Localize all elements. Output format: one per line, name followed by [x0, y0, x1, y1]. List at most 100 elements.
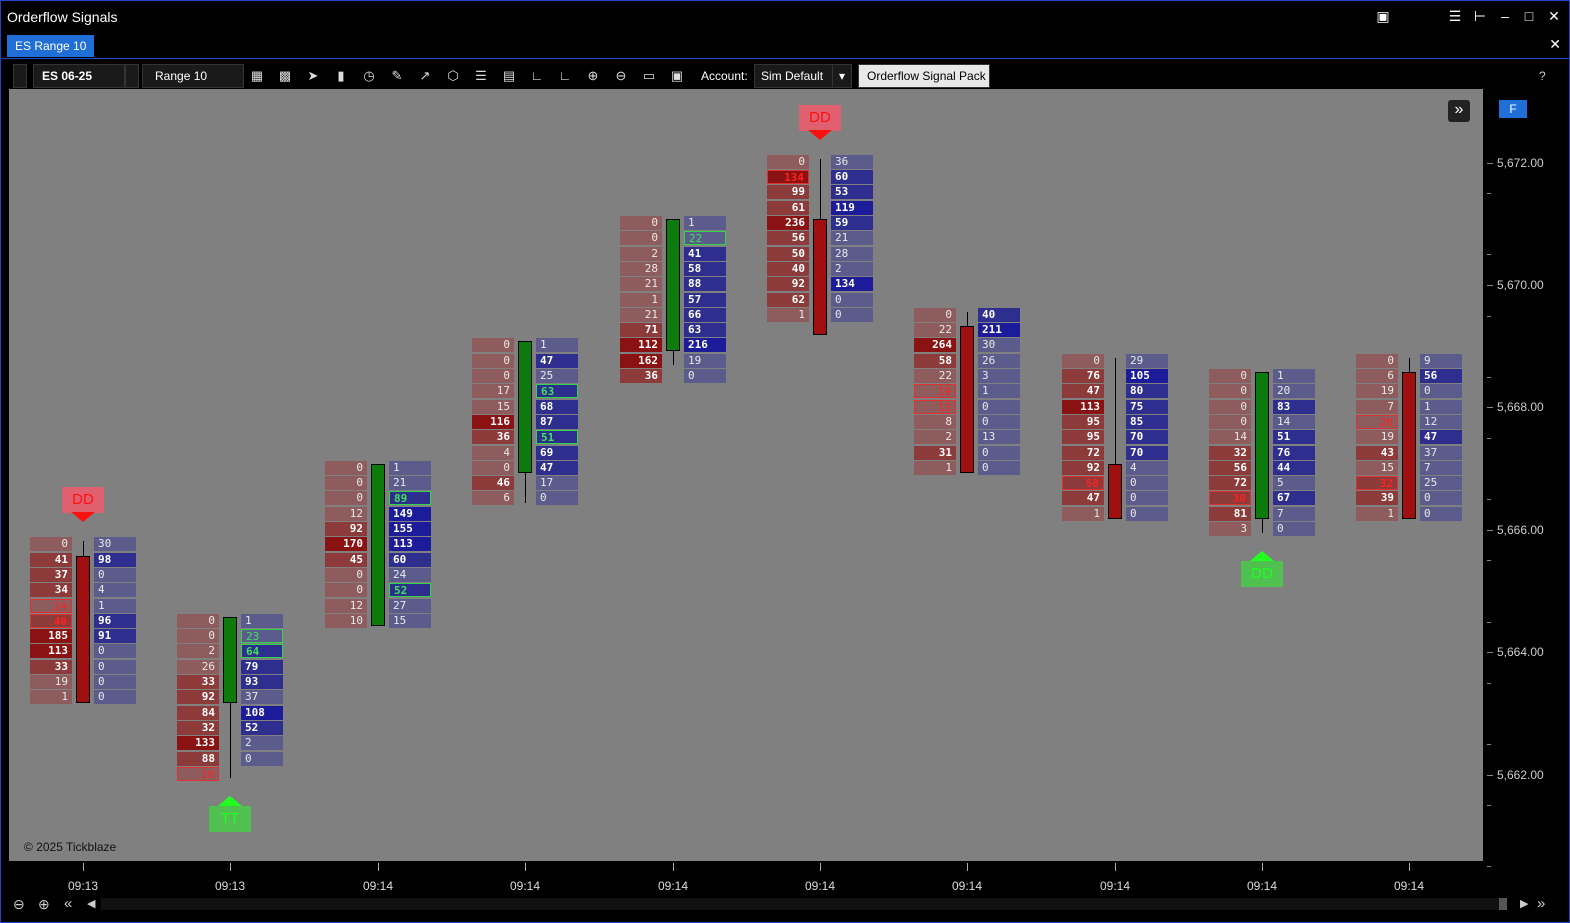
- bearish-candle: [1108, 463, 1122, 520]
- ask-volume-cell: 0: [1273, 522, 1315, 537]
- save-icon[interactable]: ▣: [666, 65, 688, 87]
- bid-volume-cell: 264: [914, 338, 956, 353]
- bid-volume-cell: 2: [177, 644, 219, 659]
- expand-panel-icon[interactable]: »: [1448, 100, 1470, 122]
- bid-volume-cell: 15: [472, 399, 514, 414]
- ask-volume-cell: 64: [241, 644, 283, 659]
- bid-volume-cell: 95: [1062, 414, 1104, 429]
- strategies-icon[interactable]: ▩: [274, 65, 296, 87]
- zoom-out-axis-icon[interactable]: ⊖: [13, 896, 25, 913]
- close-tab-icon[interactable]: ✕: [1549, 36, 1561, 53]
- bid-volume-cell: 36: [472, 430, 514, 445]
- ask-volume-cell: 70: [1126, 430, 1168, 445]
- bar-style-icon[interactable]: ▮: [330, 65, 352, 87]
- bid-volume-cell: 0: [472, 369, 514, 384]
- bid-volume-cell: 0: [472, 353, 514, 368]
- document-icon[interactable]: ▤: [498, 65, 520, 87]
- ask-volume-cell: 63: [536, 384, 578, 399]
- bullish-candle: [666, 219, 680, 351]
- instrument-link-swatch[interactable]: [13, 64, 27, 88]
- scroll-end-icon[interactable]: »: [1537, 895, 1545, 912]
- bullish-candle: [1255, 372, 1269, 520]
- clock-icon[interactable]: ◷: [358, 65, 380, 87]
- ask-volume-cell: 113: [389, 537, 431, 552]
- bid-volume-cell: 76: [1062, 369, 1104, 384]
- bid-volume-cell: 92: [325, 522, 367, 537]
- pointer-icon[interactable]: ➤: [302, 65, 324, 87]
- scroll-left-icon[interactable]: ◀: [87, 897, 95, 910]
- ask-volume-cell: 1: [1420, 399, 1462, 414]
- bid-volume-cell: 99: [767, 185, 809, 200]
- bar-type-selector[interactable]: Range 10: [142, 64, 244, 88]
- ask-volume-cell: 69: [536, 445, 578, 460]
- ask-volume-cell: 21: [389, 476, 431, 491]
- price-axis[interactable]: F 5,672.00 5,670.00 5,668.00 5,666.00 5,664.…: [1483, 89, 1560, 868]
- y-minor-tick: [1487, 376, 1491, 378]
- axis-icon[interactable]: ∟: [526, 65, 548, 87]
- x-tick-label: 09:14: [1393, 879, 1425, 893]
- scroll-start-icon[interactable]: «: [64, 895, 72, 912]
- ask-volume-cell: 2: [241, 736, 283, 751]
- ask-volume-cell: 63: [684, 323, 726, 338]
- x-tick: [1262, 863, 1263, 871]
- chart-scrollbar[interactable]: ⊖ ⊕ « ◀ ▶ »: [9, 894, 1560, 916]
- draw-pen-icon[interactable]: ✎: [386, 65, 408, 87]
- ask-volume-cell: 0: [978, 445, 1020, 460]
- bid-volume-cell: 13: [914, 399, 956, 414]
- scroll-thumb[interactable]: [1499, 898, 1507, 910]
- orderflow-signal-pack-button[interactable]: Orderflow Signal Pack: [858, 64, 990, 88]
- minimize-icon[interactable]: –: [1495, 6, 1515, 26]
- close-window-icon[interactable]: ✕: [1544, 6, 1564, 26]
- scroll-right-icon[interactable]: ▶: [1520, 897, 1528, 910]
- bullish-candle: [371, 463, 385, 627]
- bid-volume-cell: 92: [1062, 460, 1104, 475]
- ask-volume-cell: 89: [389, 491, 431, 506]
- list-icon[interactable]: ☰: [470, 65, 492, 87]
- ask-volume-cell: 47: [1420, 430, 1462, 445]
- x-tick: [83, 863, 84, 871]
- ask-volume-cell: 80: [1126, 384, 1168, 399]
- zoom-in-axis-icon[interactable]: ⊕: [38, 896, 50, 913]
- scroll-track[interactable]: [101, 898, 1501, 910]
- ask-volume-cell: 0: [94, 675, 136, 690]
- bid-volume-cell: 116: [472, 414, 514, 429]
- bid-volume-cell: 0: [325, 583, 367, 598]
- bid-volume-cell: 71: [620, 323, 662, 338]
- bid-volume-cell: 0: [620, 231, 662, 246]
- instrument-selector[interactable]: ES 06-25: [33, 64, 125, 88]
- chart-panel[interactable]: 0 30 41 98 37 0 34 4 24 1 40 96 185 91 113 0 33 0 19 0 1 0 DD 0…: [9, 89, 1483, 861]
- zoom-out-icon[interactable]: ⊖: [610, 65, 632, 87]
- y-tick-label: 5,662.00: [1497, 767, 1544, 782]
- f-button[interactable]: F: [1499, 100, 1527, 118]
- ask-volume-cell: 119: [831, 200, 873, 215]
- bearish-candle: [76, 555, 90, 703]
- pin-icon[interactable]: ⊢: [1470, 6, 1490, 26]
- bartype-link-swatch[interactable]: [125, 64, 139, 88]
- bid-volume-cell: 56: [1209, 460, 1251, 475]
- link-icon[interactable]: ▣: [1373, 6, 1393, 26]
- help-icon[interactable]: ?: [1539, 69, 1546, 83]
- line-tool-icon[interactable]: ↗: [414, 65, 436, 87]
- zoom-in-icon[interactable]: ⊕: [582, 65, 604, 87]
- indicators-icon[interactable]: ▦: [246, 65, 268, 87]
- time-axis[interactable]: 09:13 09:13 09:14 09:14 09:14 09:14 09:14 09:14…: [9, 861, 1483, 894]
- bid-volume-cell: 92: [767, 277, 809, 292]
- cube-icon[interactable]: ⬡: [442, 65, 464, 87]
- bid-volume-cell: 134: [767, 170, 809, 185]
- ask-volume-cell: 0: [1420, 384, 1462, 399]
- tab-es-range-10[interactable]: ES Range 10: [7, 35, 95, 57]
- account-select[interactable]: Sim Default: [754, 64, 834, 88]
- bid-volume-cell: 21: [620, 307, 662, 322]
- bid-volume-cell: 84: [177, 705, 219, 720]
- bid-volume-cell: 33: [30, 659, 72, 674]
- menu-icon[interactable]: ☰: [1445, 6, 1465, 26]
- open-folder-icon[interactable]: ▭: [638, 65, 660, 87]
- account-dropdown-icon[interactable]: ▾: [832, 64, 852, 88]
- ask-volume-cell: 98: [94, 552, 136, 567]
- ask-volume-cell: 25: [1420, 476, 1462, 491]
- bid-volume-cell: 41: [30, 552, 72, 567]
- ask-volume-cell: 1: [1273, 369, 1315, 384]
- ask-volume-cell: 0: [978, 414, 1020, 429]
- maximize-icon[interactable]: □: [1519, 6, 1539, 26]
- axis-scale-icon[interactable]: ∟: [554, 65, 576, 87]
